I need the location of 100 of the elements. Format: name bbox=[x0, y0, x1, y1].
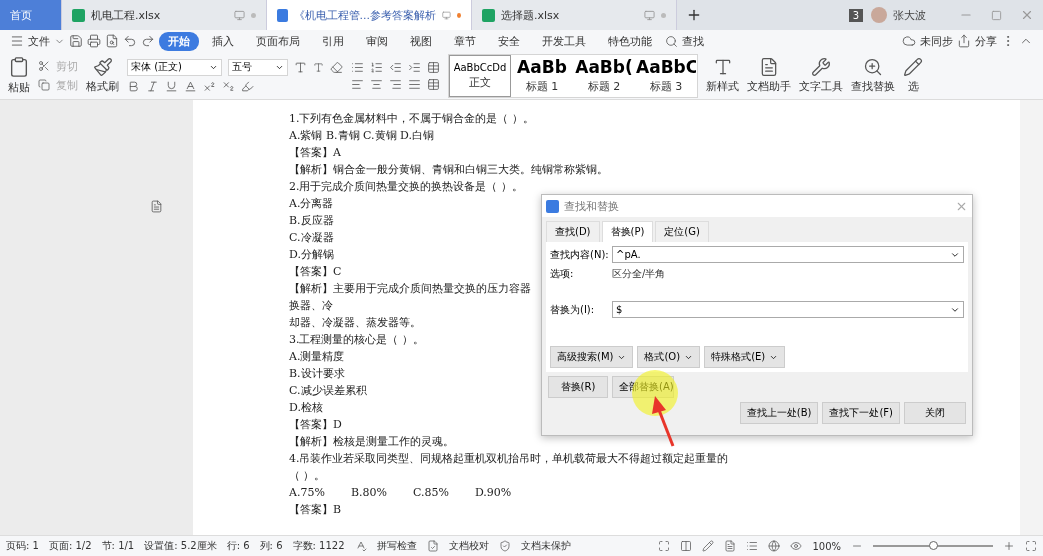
pencil-icon[interactable] bbox=[702, 540, 715, 552]
globe-icon[interactable] bbox=[768, 540, 781, 552]
ribbon-tab[interactable]: 视图 bbox=[401, 31, 441, 51]
columns-icon[interactable] bbox=[680, 540, 693, 552]
spell-check-button[interactable]: 拼写检查 bbox=[376, 539, 417, 553]
tool-button[interactable]: 查找替换 bbox=[851, 79, 895, 94]
eraser-icon[interactable] bbox=[330, 60, 343, 74]
ribbon-tab[interactable]: 开发工具 bbox=[533, 31, 595, 51]
close-icon[interactable] bbox=[1020, 8, 1034, 22]
tool-button[interactable]: 新样式 bbox=[706, 79, 739, 94]
document-icon[interactable] bbox=[759, 57, 779, 77]
protection-status[interactable]: 文档未保护 bbox=[520, 539, 571, 553]
dialog-tab[interactable]: 查找(D) bbox=[546, 221, 600, 242]
ribbon-tab[interactable]: 页面布局 bbox=[247, 31, 309, 51]
magnifier-icon[interactable] bbox=[863, 57, 883, 77]
format-painter-button[interactable]: 格式刷 bbox=[86, 79, 119, 94]
border-icon[interactable] bbox=[427, 77, 440, 91]
print-icon[interactable] bbox=[87, 34, 101, 48]
paste-button[interactable]: 粘贴 bbox=[8, 80, 30, 95]
underline-icon[interactable] bbox=[165, 79, 178, 93]
indent-icon[interactable] bbox=[408, 60, 421, 74]
shield-icon[interactable] bbox=[498, 540, 511, 552]
menu-icon[interactable] bbox=[10, 34, 24, 48]
font-color-icon[interactable] bbox=[184, 79, 197, 93]
ribbon-tab[interactable]: 特色功能 bbox=[599, 31, 661, 51]
fullscreen-icon[interactable] bbox=[658, 540, 671, 552]
monitor-icon[interactable] bbox=[234, 9, 245, 21]
superscript-icon[interactable] bbox=[203, 79, 216, 93]
highlighter-icon[interactable] bbox=[241, 79, 254, 93]
ribbon-tab[interactable]: 安全 bbox=[489, 31, 529, 51]
bold-icon[interactable] bbox=[127, 79, 140, 93]
document-tab[interactable]: 选择题.xlsx bbox=[472, 0, 677, 30]
menu-button[interactable]: 特殊格式(E) bbox=[704, 346, 786, 368]
style-option[interactable]: AaBb( 标题 2 bbox=[573, 54, 635, 97]
ribbon-tab[interactable]: 章节 bbox=[445, 31, 485, 51]
menu-button[interactable]: 格式(O) bbox=[637, 346, 701, 368]
document-tab[interactable]: 机电工程.xlsx bbox=[62, 0, 267, 30]
font-select[interactable]: 宋体 (正文) bbox=[127, 58, 222, 76]
style-option[interactable]: AaBbCcDd 正文 bbox=[449, 54, 511, 97]
size-select[interactable]: 五号 bbox=[228, 58, 288, 76]
outline-icon[interactable] bbox=[746, 540, 759, 552]
ribbon-tab[interactable]: 开始 bbox=[159, 31, 199, 51]
tool-button[interactable]: 选 bbox=[907, 79, 919, 94]
find-field[interactable]: ^pA. bbox=[612, 246, 964, 263]
align-justify-icon[interactable] bbox=[408, 77, 421, 91]
close-button[interactable]: 关闭 bbox=[904, 402, 966, 424]
table-icon[interactable] bbox=[427, 60, 440, 74]
tool-button[interactable]: 文档助手 bbox=[747, 79, 791, 94]
align-right-icon[interactable] bbox=[389, 77, 402, 91]
italic-icon[interactable] bbox=[146, 79, 159, 93]
shrink-font-icon[interactable] bbox=[313, 61, 324, 73]
align-left-icon[interactable] bbox=[351, 77, 364, 91]
ribbon-tab[interactable]: 插入 bbox=[203, 31, 243, 51]
search-link[interactable]: 查找 bbox=[682, 33, 704, 49]
zoom-in-icon[interactable] bbox=[1003, 540, 1015, 552]
sync-status[interactable]: 未同步 bbox=[920, 33, 953, 49]
monitor-icon[interactable] bbox=[442, 9, 451, 21]
user-name[interactable]: 张大波 bbox=[893, 7, 926, 23]
bullet-list-icon[interactable] bbox=[351, 60, 364, 74]
slider-thumb[interactable] bbox=[929, 541, 938, 550]
document-tab[interactable]: 首页 bbox=[0, 0, 62, 30]
search-icon[interactable] bbox=[665, 34, 678, 48]
page-view-icon[interactable] bbox=[724, 540, 737, 552]
outdent-icon[interactable] bbox=[389, 60, 402, 74]
file-check-icon[interactable] bbox=[426, 540, 439, 552]
tool-button[interactable]: 文字工具 bbox=[799, 79, 843, 94]
subscript-icon[interactable] bbox=[222, 79, 235, 93]
cut-icon[interactable] bbox=[38, 60, 50, 72]
pencil-icon[interactable] bbox=[903, 57, 923, 77]
paste-icon[interactable] bbox=[8, 56, 30, 78]
zoom-level[interactable]: 100% bbox=[812, 540, 841, 552]
align-center-icon[interactable] bbox=[370, 77, 383, 91]
ribbon-tab[interactable]: 引用 bbox=[313, 31, 353, 51]
document-tab[interactable]: 《机电工程管...参考答案解析 bbox=[267, 0, 472, 30]
undo-icon[interactable] bbox=[123, 34, 137, 48]
copy-icon[interactable] bbox=[38, 79, 50, 91]
dialog-tab[interactable]: 定位(G) bbox=[655, 221, 709, 242]
share-icon[interactable] bbox=[957, 34, 971, 48]
style-option[interactable]: AaBb 标题 1 bbox=[511, 54, 573, 97]
new-tab-icon[interactable] bbox=[686, 7, 702, 23]
dialog-tab[interactable]: 替换(P) bbox=[601, 221, 654, 242]
share-button[interactable]: 分享 bbox=[975, 33, 997, 49]
monitor-icon[interactable] bbox=[644, 9, 655, 21]
replace-field[interactable]: $ bbox=[612, 301, 964, 318]
proofread-button[interactable]: 文档校对 bbox=[448, 539, 489, 553]
scrollbar[interactable] bbox=[1020, 100, 1043, 535]
find-previous-button[interactable]: 查找上一处(B) bbox=[739, 402, 819, 424]
file-menu[interactable]: 文件 bbox=[28, 33, 50, 49]
ribbon-tab[interactable]: 审阅 bbox=[357, 31, 397, 51]
wrench-icon[interactable] bbox=[811, 57, 831, 77]
numbered-list-icon[interactable] bbox=[370, 60, 383, 74]
menu-button[interactable]: 高级搜索(M) bbox=[550, 346, 634, 368]
find-next-button[interactable]: 查找下一处(F) bbox=[822, 402, 900, 424]
replace-button[interactable]: 替换(R) bbox=[548, 376, 608, 398]
cloud-icon[interactable] bbox=[902, 34, 916, 48]
preview-icon[interactable] bbox=[105, 34, 119, 48]
save-icon[interactable] bbox=[69, 34, 83, 48]
fit-icon[interactable] bbox=[1025, 540, 1037, 552]
grow-font-icon[interactable] bbox=[294, 60, 307, 74]
paintbrush-icon[interactable] bbox=[92, 57, 113, 77]
